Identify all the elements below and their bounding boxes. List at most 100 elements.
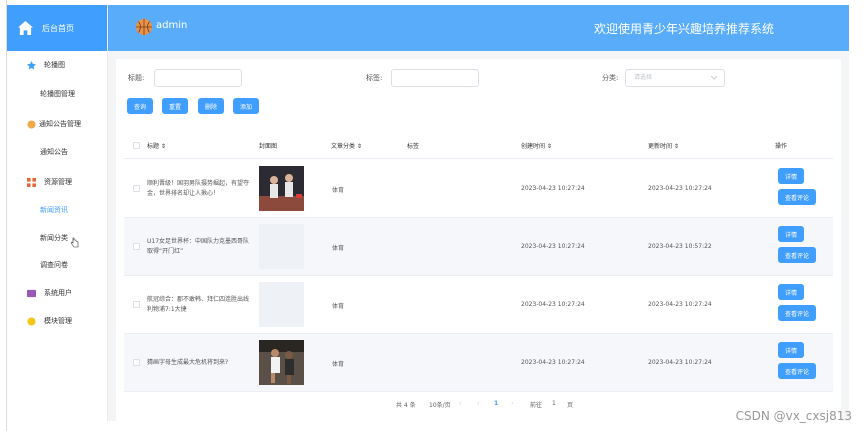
- app-root: 后台首页 轮播图 轮播图管理 通知公告管理 通知公告 资源管理 新闻资讯 新闻分…: [0, 0, 867, 431]
- basketball-icon: [136, 19, 152, 35]
- sidebar-subitem-news[interactable]: 新闻资讯: [40, 205, 68, 215]
- tag-filter-input[interactable]: [391, 69, 479, 87]
- search-button[interactable]: 查询: [127, 98, 153, 114]
- chevron-down-icon: [711, 76, 717, 80]
- table-row: 猜画字母生成最大危机将到来? 体育 2023-04-23 10:27:24 20…: [124, 334, 833, 392]
- row-updated: 2023-04-23 10:27:24: [648, 301, 712, 308]
- next-page-icon[interactable]: ›: [511, 400, 513, 407]
- content-panel: 标题: 标签: 分类: 请选择 查询 重置 删除 添加 标题 ⇕ 封面图 文章分…: [116, 59, 841, 421]
- table-row: U17女足世界杯：中国队力克墨西哥队取得“开门红” 体育 2023-04-23 …: [124, 218, 833, 276]
- row-checkbox[interactable]: [133, 243, 140, 250]
- home-title: 后台首页: [42, 23, 74, 33]
- header-cover: 封面图: [259, 143, 278, 150]
- current-page[interactable]: 1: [494, 400, 498, 407]
- row-updated: 2023-04-23 10:27:24: [648, 359, 712, 366]
- view-comments-button[interactable]: 查看评论: [778, 363, 816, 379]
- sidebar-item-label: 轮播图: [44, 61, 65, 69]
- detail-button[interactable]: 详情: [778, 342, 804, 358]
- header-created[interactable]: 创建时间 ⇕: [521, 141, 552, 150]
- sidebar-item-users[interactable]: 系统用户: [7, 288, 108, 298]
- username-label[interactable]: admin: [156, 20, 187, 31]
- sidebar-subitem-notice[interactable]: 通知公告: [40, 147, 68, 157]
- sidebar-item-modules[interactable]: 模块管理: [7, 316, 108, 326]
- delete-button[interactable]: 删除: [198, 98, 224, 114]
- select-all-checkbox[interactable]: [133, 142, 140, 149]
- star-icon: [27, 60, 36, 70]
- sidebar-item-carousel[interactable]: 轮播图: [7, 60, 108, 70]
- table-row: 航冠综合：郡不敢韩、拜仁四连胜出线 利物浦7:1大捷 体育 2023-04-23…: [124, 276, 833, 334]
- row-created: 2023-04-23 10:27:24: [521, 359, 585, 366]
- module-icon: [27, 316, 36, 326]
- category-placeholder: 请选择: [634, 74, 653, 81]
- row-title: 猜画字母生成最大危机将到来?: [147, 359, 229, 366]
- header-title[interactable]: 标题 ⇕: [147, 141, 166, 150]
- row-title: 顺利晋级！国羽男队摄势崛起，有望夺金，世界排名却让人揪心！: [147, 180, 250, 197]
- sidebar-item-label: 模块管理: [44, 317, 72, 325]
- category-select[interactable]: 请选择: [625, 69, 725, 87]
- header-updated[interactable]: 更新时间 ⇕: [648, 141, 679, 150]
- cover-image: [259, 340, 304, 385]
- hand-cursor-icon: [71, 237, 79, 248]
- add-button[interactable]: 添加: [233, 98, 259, 114]
- row-title: 航冠综合：郡不敢韩、拜仁四连胜出线 利物浦7:1大捷: [147, 296, 250, 313]
- bell-icon: [27, 119, 36, 129]
- page-size-select[interactable]: 10条/页: [429, 400, 451, 409]
- title-filter-input[interactable]: [154, 69, 242, 87]
- view-comments-button[interactable]: 查看评论: [778, 305, 816, 321]
- header-category[interactable]: 文章分类 ⇕: [331, 141, 362, 150]
- row-category: 体育: [332, 303, 345, 310]
- row-category: 体育: [332, 245, 345, 252]
- row-updated: 2023-04-23 10:27:24: [648, 185, 712, 192]
- header-tag: 标签: [407, 143, 420, 150]
- sidebar-subitem-survey[interactable]: 调查问卷: [40, 260, 68, 270]
- user-card-icon: [27, 289, 36, 297]
- sidebar-item-label: 通知公告管理: [39, 120, 81, 128]
- sidebar-item-label: 资源管理: [44, 178, 72, 186]
- pagination-total: 共 4 条: [396, 402, 416, 409]
- top-header: admin 欢迎使用青少年兴趣培养推荐系统: [108, 5, 849, 51]
- sidebar: 后台首页 轮播图 轮播图管理 通知公告管理 通知公告 资源管理 新闻资讯 新闻分…: [7, 5, 108, 421]
- detail-button[interactable]: 详情: [778, 168, 804, 184]
- goto-input[interactable]: 1: [552, 400, 556, 407]
- sidebar-item-notice[interactable]: 通知公告管理: [7, 119, 108, 129]
- title-filter-label: 标题:: [128, 74, 145, 82]
- view-comments-button[interactable]: 查看评论: [778, 189, 816, 205]
- row-checkbox[interactable]: [133, 359, 140, 366]
- prev-page-icon[interactable]: ‹: [477, 400, 479, 407]
- sidebar-logo[interactable]: 后台首页: [7, 5, 107, 51]
- watermark: CSDN @vx_cxsj813: [735, 409, 852, 423]
- header-actions: 操作: [775, 143, 788, 150]
- cover-image: [259, 166, 304, 211]
- window-left-edge: [0, 0, 7, 431]
- row-checkbox[interactable]: [133, 301, 140, 308]
- row-created: 2023-04-23 10:27:24: [521, 243, 585, 250]
- page-suffix: 页: [567, 402, 574, 409]
- main-area: 标题: 标签: 分类: 请选择 查询 重置 删除 添加 标题 ⇕ 封面图 文章分…: [108, 51, 849, 421]
- view-comments-button[interactable]: 查看评论: [778, 247, 816, 263]
- row-created: 2023-04-23 10:27:24: [521, 185, 585, 192]
- detail-button[interactable]: 详情: [778, 226, 804, 242]
- avatar[interactable]: [136, 19, 152, 35]
- cover-image-empty: [259, 224, 304, 269]
- tag-filter-label: 标签:: [366, 74, 383, 82]
- table-header: 标题 ⇕ 封面图 文章分类 ⇕ 标签 创建时间 ⇕ 更新时间 ⇕ 操作: [124, 133, 833, 159]
- row-updated: 2023-04-23 10:57:22: [648, 243, 712, 250]
- sidebar-subitem-carousel-manage[interactable]: 轮播图管理: [40, 89, 75, 99]
- prev-arrow-icon[interactable]: ‹: [459, 400, 461, 407]
- table-row: 顺利晋级！国羽男队摄势崛起，有望夺金，世界排名却让人揪心！ 体育 2023-04…: [124, 160, 833, 218]
- row-checkbox[interactable]: [133, 185, 140, 192]
- home-icon: [18, 21, 33, 35]
- reset-button[interactable]: 重置: [162, 98, 188, 114]
- category-filter-label: 分类:: [602, 74, 619, 82]
- sidebar-subitem-news-category[interactable]: 新闻分类: [40, 233, 68, 243]
- goto-label: 前往: [530, 402, 543, 409]
- cover-image-empty: [259, 282, 304, 327]
- row-created: 2023-04-23 10:27:24: [521, 301, 585, 308]
- row-category: 体育: [332, 361, 345, 368]
- sidebar-item-label: 系统用户: [44, 289, 72, 297]
- grid-icon: [27, 177, 36, 187]
- detail-button[interactable]: 详情: [778, 284, 804, 300]
- sidebar-item-resources[interactable]: 资源管理: [7, 177, 108, 187]
- row-title: U17女足世界杯：中国队力克墨西哥队取得“开门红”: [147, 238, 250, 255]
- row-category: 体育: [332, 187, 345, 194]
